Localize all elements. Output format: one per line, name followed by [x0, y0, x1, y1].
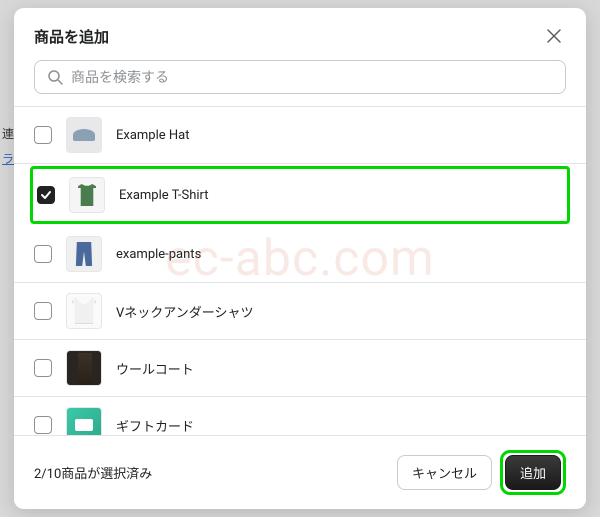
product-checkbox[interactable] [37, 186, 55, 204]
cancel-button[interactable]: キャンセル [397, 455, 492, 490]
product-name: Example T-Shirt [119, 188, 209, 203]
background-link: ラ [2, 150, 14, 167]
search-container [14, 60, 586, 106]
product-name: ウールコート [116, 359, 194, 378]
modal-title: 商品を追加 [34, 26, 109, 47]
product-thumbnail-pants [66, 236, 102, 272]
product-checkbox[interactable] [34, 416, 52, 434]
product-row[interactable]: Vネックアンダーシャツ [14, 283, 586, 340]
product-checkbox[interactable] [34, 126, 52, 144]
product-name: ギフトカード [116, 416, 194, 435]
selection-status: 2/10商品が選択済み [34, 463, 152, 482]
product-thumbnail-tshirt [69, 177, 105, 213]
product-row[interactable]: example-pants [14, 226, 586, 283]
search-icon [47, 69, 63, 85]
search-input[interactable] [71, 69, 553, 85]
product-name: example-pants [116, 247, 201, 262]
add-button[interactable]: 追加 [505, 455, 561, 490]
product-row[interactable]: ギフトカード [14, 397, 586, 435]
product-name: Vネックアンダーシャツ [116, 302, 254, 321]
modal-header: 商品を追加 [14, 8, 586, 60]
product-row[interactable]: Example Hat [14, 107, 586, 164]
product-list: Example Hat Example T-Shirt example-pant… [14, 106, 586, 435]
background-text: 連 [2, 125, 14, 142]
product-checkbox[interactable] [34, 245, 52, 263]
product-thumbnail-vneck [66, 293, 102, 329]
close-button[interactable] [542, 24, 566, 48]
footer-actions: キャンセル 追加 [397, 450, 566, 495]
check-icon [40, 189, 52, 201]
search-box[interactable] [34, 60, 566, 94]
product-checkbox[interactable] [34, 302, 52, 320]
product-row[interactable]: Example T-Shirt [30, 166, 570, 224]
add-button-highlight: 追加 [500, 450, 566, 495]
product-checkbox[interactable] [34, 359, 52, 377]
add-product-modal: 商品を追加 Example Hat Example T-Shirt exampl… [14, 8, 586, 509]
product-thumbnail-hat [66, 117, 102, 153]
product-thumbnail-gift [66, 407, 102, 435]
product-name: Example Hat [116, 128, 190, 143]
modal-footer: 2/10商品が選択済み キャンセル 追加 [14, 435, 586, 509]
product-thumbnail-coat [66, 350, 102, 386]
product-row[interactable]: ウールコート [14, 340, 586, 397]
close-icon [546, 28, 562, 44]
